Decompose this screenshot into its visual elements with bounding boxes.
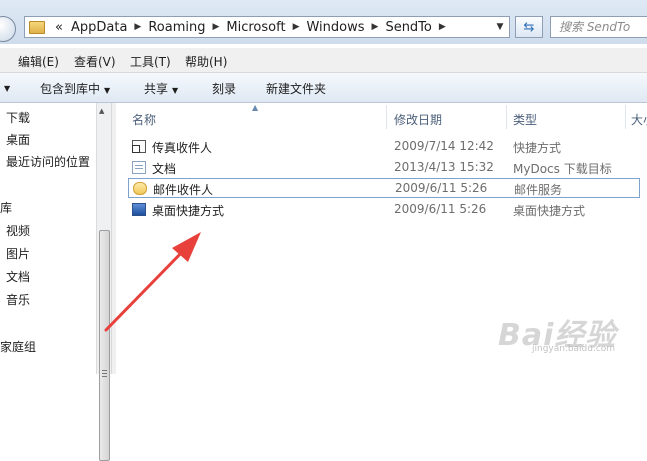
file-row-selected[interactable]: 邮件收件人 2009/6/11 5:26 邮件服务 <box>128 178 640 198</box>
nav-item-downloads[interactable]: 下载 <box>6 109 30 126</box>
menu-help[interactable]: 帮助(H) <box>185 53 227 70</box>
share-label: 共享 <box>144 82 169 96</box>
nav-item-documents[interactable]: 文档 <box>6 268 30 285</box>
nav-item-homegroup[interactable]: 家庭组 <box>0 338 36 355</box>
file-type: MyDocs 下载目标 <box>513 162 612 176</box>
column-header-name[interactable]: 名称 <box>132 111 156 128</box>
file-name: 邮件收件人 <box>153 183 214 197</box>
file-row[interactable]: 桌面快捷方式 2009/6/11 5:26 桌面快捷方式 <box>128 200 640 220</box>
chevron-down-icon: ▼ <box>104 86 111 95</box>
chevron-down-icon: ▼ <box>172 86 179 95</box>
nav-item-libraries[interactable]: 库 <box>0 199 12 216</box>
column-header-size[interactable]: 大小 <box>631 111 647 128</box>
file-type: 邮件服务 <box>514 183 563 197</box>
nav-item-desktop[interactable]: 桌面 <box>6 131 30 148</box>
scroll-up-icon[interactable]: ▲ <box>99 107 104 115</box>
address-dropdown-icon[interactable]: ▼ <box>491 17 509 37</box>
share-button[interactable]: 共享 ▼ <box>144 80 178 97</box>
new-folder-button[interactable]: 新建文件夹 <box>266 80 326 97</box>
column-header-type[interactable]: 类型 <box>513 111 537 128</box>
fax-shortcut-icon <box>132 140 146 153</box>
file-date: 2009/6/11 5:26 <box>395 181 488 195</box>
burn-button[interactable]: 刻录 <box>212 80 236 97</box>
breadcrumb-overflow[interactable]: « <box>55 20 63 35</box>
menu-edit[interactable]: 编辑(E) <box>18 53 59 70</box>
column-divider[interactable] <box>386 105 387 129</box>
navigation-pane: 下载 桌面 最近访问的位置 库 视频 图片 文档 音乐 家庭组 <box>0 103 96 374</box>
menu-tools[interactable]: 工具(T) <box>130 53 171 70</box>
chevron-right-icon[interactable]: ▶ <box>372 22 379 32</box>
chevron-down-icon[interactable]: ▼ <box>0 80 10 94</box>
file-date: 2013/4/13 15:32 <box>394 160 494 174</box>
nav-item-recent-places[interactable]: 最近访问的位置 <box>6 153 90 170</box>
file-date: 2009/6/11 5:26 <box>394 202 487 216</box>
chevron-right-icon[interactable]: ▶ <box>293 22 300 32</box>
address-bar[interactable]: « AppData ▶ Roaming ▶ Microsoft ▶ Window… <box>24 16 510 38</box>
command-toolbar: ▼ 包含到库中 ▼ 共享 ▼ 刻录 新建文件夹 <box>0 73 647 103</box>
address-bar-row: « AppData ▶ Roaming ▶ Microsoft ▶ Window… <box>0 0 647 44</box>
desktop-shortcut-icon <box>132 203 146 216</box>
breadcrumb-sendto[interactable]: SendTo <box>385 20 431 35</box>
column-divider[interactable] <box>625 105 626 129</box>
file-type: 桌面快捷方式 <box>513 204 586 218</box>
mail-recipient-icon <box>133 182 147 195</box>
watermark-url: jingyan.baidu.com <box>532 344 616 354</box>
chevron-right-icon[interactable]: ▶ <box>212 22 219 32</box>
include-in-library-label: 包含到库中 <box>40 82 101 96</box>
breadcrumb-microsoft[interactable]: Microsoft <box>226 20 285 35</box>
file-date: 2009/7/14 12:42 <box>394 139 494 153</box>
include-in-library-button[interactable]: 包含到库中 ▼ <box>40 80 110 97</box>
nav-scrollbar[interactable]: ▲ <box>96 103 111 461</box>
file-name: 文档 <box>152 162 177 176</box>
menu-bar: 编辑(E) 查看(V) 工具(T) 帮助(H) <box>0 48 647 73</box>
nav-item-videos[interactable]: 视频 <box>6 222 30 239</box>
sort-ascending-icon: ▲ <box>252 103 259 112</box>
breadcrumb-appdata[interactable]: AppData <box>71 20 127 35</box>
search-input[interactable]: 搜索 SendTo <box>550 16 647 38</box>
refresh-button[interactable]: ⇆ <box>515 16 543 38</box>
file-row[interactable]: 文档 2013/4/13 15:32 MyDocs 下载目标 <box>128 158 640 178</box>
chevron-right-icon[interactable]: ▶ <box>439 22 446 32</box>
breadcrumb-windows[interactable]: Windows <box>306 20 364 35</box>
folder-icon <box>29 20 45 34</box>
document-icon <box>132 161 146 174</box>
chevron-right-icon[interactable]: ▶ <box>134 22 141 32</box>
file-name: 桌面快捷方式 <box>152 204 225 218</box>
file-name: 传真收件人 <box>152 141 213 155</box>
scrollbar-thumb[interactable] <box>99 230 110 461</box>
breadcrumb-roaming[interactable]: Roaming <box>148 20 205 35</box>
file-row[interactable]: 传真收件人 2009/7/14 12:42 快捷方式 <box>128 137 640 157</box>
nav-item-pictures[interactable]: 图片 <box>6 245 30 262</box>
column-divider[interactable] <box>506 105 507 129</box>
nav-item-music[interactable]: 音乐 <box>6 291 30 308</box>
column-header-date[interactable]: 修改日期 <box>394 111 442 128</box>
menu-view[interactable]: 查看(V) <box>74 53 116 70</box>
back-button[interactable] <box>0 16 16 42</box>
file-type: 快捷方式 <box>513 141 562 155</box>
refresh-icon: ⇆ <box>523 19 535 35</box>
